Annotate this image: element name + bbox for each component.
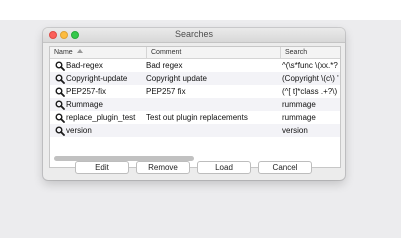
- row-search: (^[ t]*class .+?\): [282, 87, 338, 96]
- row-search: rummage: [282, 100, 316, 109]
- searches-window: Searches Name Comment Search Bad-regex B…: [43, 28, 345, 180]
- magnifier-icon: [53, 72, 65, 85]
- searches-table: Name Comment Search Bad-regex Bad regex …: [49, 46, 341, 168]
- row-comment: Copyright update: [146, 74, 207, 83]
- table-row[interactable]: replace_plugin_test Test out plugin repl…: [50, 111, 340, 124]
- column-header-comment[interactable]: Comment: [146, 47, 280, 58]
- column-header-comment-label: Comment: [151, 49, 182, 56]
- row-name: PEP257-fix: [66, 87, 107, 96]
- row-comment: Bad regex: [146, 61, 183, 70]
- table-row[interactable]: Rummage rummage: [50, 98, 340, 111]
- row-name: Copyright-update: [66, 74, 128, 83]
- table-header: Name Comment Search: [50, 47, 340, 59]
- row-name: replace_plugin_test: [66, 113, 136, 122]
- table-body: Bad-regex Bad regex ^(\s*func \(xx.*? Co…: [50, 59, 340, 137]
- magnifier-icon: [53, 98, 65, 111]
- title-bar[interactable]: Searches: [43, 28, 345, 43]
- row-search: (Copyright \(c\) ': [282, 74, 339, 83]
- row-comment: [146, 98, 278, 111]
- row-search: version: [282, 126, 308, 135]
- column-header-search[interactable]: Search: [280, 47, 340, 58]
- sort-ascending-icon: [76, 49, 83, 53]
- cancel-button[interactable]: Cancel: [258, 161, 312, 174]
- row-name: Bad-regex: [66, 61, 103, 70]
- column-header-name-label: Name: [54, 49, 73, 56]
- magnifier-icon: [53, 111, 65, 124]
- row-search: rummage: [282, 113, 316, 122]
- row-search: ^(\s*func \(xx.*?: [282, 61, 338, 70]
- edit-button[interactable]: Edit: [75, 161, 129, 174]
- load-button[interactable]: Load: [197, 161, 251, 174]
- row-comment: [146, 124, 278, 137]
- row-name: version: [66, 126, 92, 135]
- remove-button[interactable]: Remove: [136, 161, 190, 174]
- table-row[interactable]: Bad-regex Bad regex ^(\s*func \(xx.*?: [50, 59, 340, 72]
- table-row[interactable]: Copyright-update Copyright update (Copyr…: [50, 72, 340, 85]
- row-name: Rummage: [66, 100, 103, 109]
- window-title: Searches: [174, 29, 214, 39]
- magnifier-icon: [53, 124, 65, 137]
- table-row[interactable]: version version: [50, 124, 340, 137]
- row-comment: PEP257 fix: [146, 87, 186, 96]
- column-header-search-label: Search: [285, 49, 308, 56]
- magnifier-icon: [53, 85, 65, 98]
- row-comment: Test out plugin replacements: [146, 113, 248, 122]
- table-row[interactable]: PEP257-fix PEP257 fix (^[ t]*class .+?\): [50, 85, 340, 98]
- column-header-name[interactable]: Name: [50, 47, 146, 58]
- magnifier-icon: [53, 59, 65, 72]
